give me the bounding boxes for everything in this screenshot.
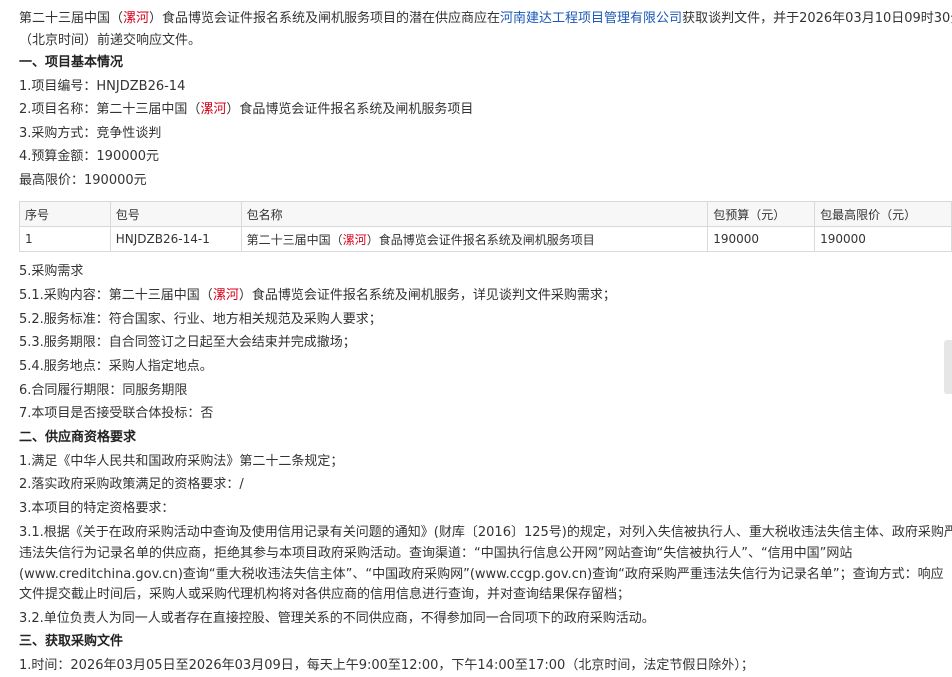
service-period: 5.3.服务期限：自合同签订之日起至大会结束并完成撤场； xyxy=(19,335,356,350)
table-header-row: 序号 包号 包名称 包预算（元） 包最高限价（元） xyxy=(19,201,952,227)
service-location: 5.4.服务地点：采购人指定地点。 xyxy=(19,359,213,374)
package-table: 序号 包号 包名称 包预算（元） 包最高限价（元） 1 HNJDZB26-14-… xyxy=(19,201,952,252)
budget-amount: 4.预算金额：190000元 xyxy=(19,149,160,164)
requirement-text: 5.1.采购内容：第二十三届中国（ xyxy=(19,288,213,303)
section1-title: 一、项目基本情况 xyxy=(19,55,124,70)
intro-text-2: ）食品博览会证件报名系统及闸机服务项目的潜在供应商应在 xyxy=(149,11,501,26)
cell-package-name: 第二十三届中国（漯河）食品博览会证件报名系统及闸机服务项目 xyxy=(240,226,709,252)
intro-text-3: 获取谈判文件，并于2026年03月10日09时30分 xyxy=(682,11,952,26)
qualification-1: 1.满足《中华人民共和国政府采购法》第二十二条规定； xyxy=(19,454,344,469)
intro-paragraph: 第二十三届中国（漯河）食品博览会证件报名系统及闸机服务项目的潜在供应商应在河南建… xyxy=(19,10,952,28)
requirement-content: 5.1.采购内容：第二十三届中国（漯河）食品博览会证件报名系统及闸机服务，详见谈… xyxy=(19,287,616,305)
max-price: 最高限价：190000元 xyxy=(19,173,147,188)
qualification-2: 2.落实政府采购政策满足的资格要求：/ xyxy=(19,477,244,492)
project-number: 1.项目编号：HNJDZB26-14 xyxy=(19,79,186,94)
cell-name-city: 漯河 xyxy=(342,232,367,247)
project-name-text: 2.项目名称：第二十三届中国（ xyxy=(19,102,201,117)
procurement-method: 3.采购方式：竞争性谈判 xyxy=(19,126,162,141)
intro-text: 第二十三届中国（ xyxy=(19,11,124,26)
qualification-3-1-line4: 文件提交截止时间后，采购人或采购代理机构将对各供应商的信用信息进行查询，并对查询… xyxy=(19,587,631,602)
requirement-title: 5.采购需求 xyxy=(19,264,84,279)
consortium-bid: 7.本项目是否接受联合体投标：否 xyxy=(19,406,214,421)
cell-name-text: 第二十三届中国（ xyxy=(246,232,343,247)
qualification-3: 3.本项目的特定资格要求： xyxy=(19,501,175,516)
section3-title: 三、获取采购文件 xyxy=(19,634,124,649)
project-name-city: 漯河 xyxy=(200,102,227,117)
qualification-3-1-line3: (www.creditchina.gov.cn)查询“重大税收违法失信主体”、“… xyxy=(19,567,944,582)
project-name-text-2: ）食品博览会证件报名系统及闸机服务项目 xyxy=(226,102,474,117)
cell-no: 1 xyxy=(19,226,111,252)
header-max-price: 包最高限价（元） xyxy=(814,201,952,227)
header-no: 序号 xyxy=(19,201,111,227)
service-standard: 5.2.服务标准：符合国家、行业、地方相关规范及采购人要求； xyxy=(19,312,382,327)
cell-name-text-2: ）食品博览会证件报名系统及闸机服务项目 xyxy=(366,232,595,247)
requirement-city: 漯河 xyxy=(212,288,239,303)
intro-line-2: （北京时间）前递交响应文件。 xyxy=(19,33,202,48)
table-row: 1 HNJDZB26-14-1 第二十三届中国（漯河）食品博览会证件报名系统及闸… xyxy=(19,226,952,252)
project-name: 2.项目名称：第二十三届中国（漯河）食品博览会证件报名系统及闸机服务项目 xyxy=(19,101,473,119)
intro-city: 漯河 xyxy=(123,11,150,26)
side-scroll-tab[interactable] xyxy=(944,340,952,394)
header-package-no: 包号 xyxy=(109,201,242,227)
requirement-text-2: ）食品博览会证件报名系统及闸机服务，详见谈判文件采购需求； xyxy=(238,288,616,303)
cell-package-no: HNJDZB26-14-1 xyxy=(109,226,242,252)
cell-max-price: 190000 xyxy=(814,226,952,252)
section2-title: 二、供应商资格要求 xyxy=(19,430,137,445)
header-package-name: 包名称 xyxy=(240,201,709,227)
qualification-3-1-line2: 违法失信行为记录名单的供应商，拒绝其参与本项目政府采购活动。查询渠道：“中国执行… xyxy=(19,546,853,561)
contract-period: 6.合同履行期限：同服务期限 xyxy=(19,383,188,398)
header-budget: 包预算（元） xyxy=(707,201,816,227)
agency-link[interactable]: 河南建达工程项目管理有限公司 xyxy=(500,11,682,26)
qualification-3-2: 3.2.单位负责人为同一人或者存在直接控股、管理关系的不同供应商，不得参加同一合… xyxy=(19,611,655,626)
document-time: 1.时间：2026年03月05日至2026年03月09日，每天上午9:00至12… xyxy=(19,658,754,673)
cell-budget: 190000 xyxy=(707,226,816,252)
qualification-3-1-line1: 3.1.根据《关于在政府采购活动中查询及使用信用记录有关问题的通知》(财库〔20… xyxy=(19,525,952,540)
